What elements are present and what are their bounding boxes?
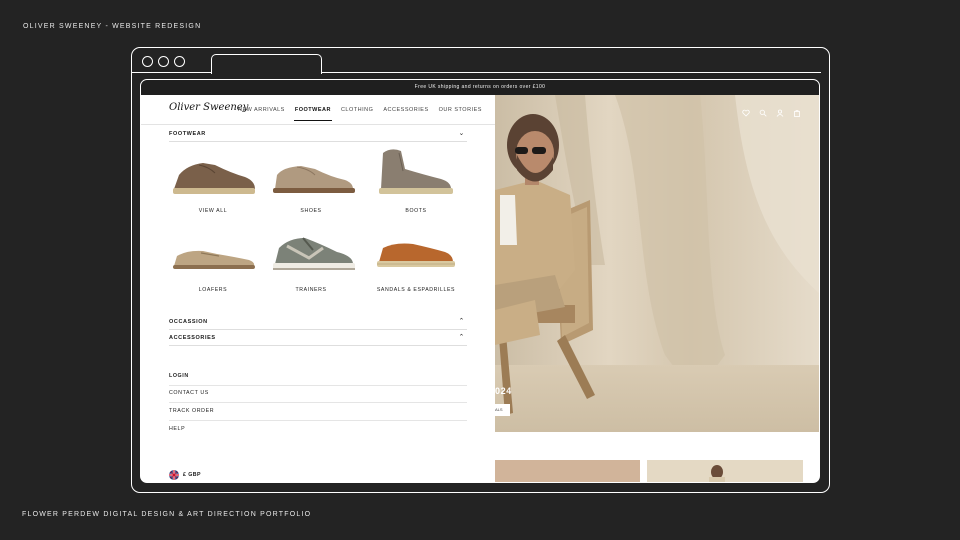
accordion-label: ACCESSORIES	[169, 335, 216, 341]
slide-footer: FLOWER PERDEW DIGITAL DESIGN & ART DIREC…	[22, 511, 312, 518]
window-dot-icon[interactable]	[174, 56, 185, 67]
view-all-shoe-icon	[173, 163, 255, 194]
category-label: BOOTS	[405, 208, 427, 214]
shoes-icon	[273, 166, 355, 193]
nav-divider	[141, 124, 495, 125]
browser-window: Free UK shipping and returns on orders o…	[131, 47, 830, 493]
slide-title: OLIVER SWEENEY - WEBSITE REDESIGN	[23, 23, 202, 30]
accordion-label: FOOTWEAR	[169, 131, 206, 137]
main-nav: NEW ARRIVALS FOOTWEAR CLOTHING ACCESSORI…	[238, 104, 492, 121]
category-label: LOAFERS	[198, 287, 228, 293]
category-label: TRAINERS	[295, 287, 327, 293]
nav-our-stories[interactable]: OUR STORIES	[439, 104, 482, 121]
category-label: SANDALS & ESPADRILLES	[376, 287, 456, 293]
nav-accessories[interactable]: ACCESSORIES	[383, 104, 428, 121]
window-dot-icon[interactable]	[142, 56, 153, 67]
hero-image: 024 ALS	[495, 95, 819, 432]
category-trainers[interactable]: TRAINERS	[257, 224, 365, 297]
category-label: VIEW ALL	[198, 208, 228, 214]
browser-tab[interactable]	[211, 54, 322, 74]
website-viewport: Free UK shipping and returns on orders o…	[140, 79, 820, 483]
chevron-up-icon: ⌃	[458, 318, 465, 325]
accordion-occassion[interactable]: OCCASSION ⌃	[169, 314, 467, 330]
promo-banner: Free UK shipping and returns on orders o…	[141, 80, 819, 95]
nav-footwear[interactable]: FOOTWEAR	[293, 104, 333, 121]
help-link[interactable]: HELP	[169, 422, 467, 439]
track-order-link[interactable]: TRACK ORDER	[169, 404, 467, 421]
chevron-up-icon: ⌃	[458, 334, 465, 341]
uk-flag-icon	[169, 470, 179, 480]
chevron-down-icon: ⌄	[458, 130, 465, 137]
window-dot-icon[interactable]	[158, 56, 169, 67]
nav-clothing[interactable]: CLOTHING	[341, 104, 373, 121]
header-icons	[742, 104, 801, 117]
login-link[interactable]: LOGIN	[169, 369, 467, 386]
window-controls	[142, 56, 185, 67]
accordion-footwear[interactable]: FOOTWEAR ⌄	[169, 126, 467, 142]
category-grid: VIEW ALL SHOES BOOTS LOAFERS TRAINERS SA…	[169, 145, 467, 297]
espadrilles-icon	[377, 243, 455, 267]
product-tile-image[interactable]	[495, 460, 640, 482]
hero-photo	[495, 95, 819, 432]
brand-logo[interactable]: Oliver Sweeney	[169, 102, 248, 113]
category-loafers[interactable]: LOAFERS	[169, 224, 257, 297]
hero-cta-button[interactable]: ALS	[495, 404, 510, 416]
trainers-icon	[273, 237, 355, 270]
contact-us-link[interactable]: CONTACT US	[169, 386, 467, 403]
category-label: SHOES	[300, 208, 322, 214]
hero-headline: 024	[495, 386, 512, 396]
currency-label: £ GBP	[183, 472, 201, 478]
bag-icon[interactable]	[793, 104, 801, 117]
category-shoes[interactable]: SHOES	[257, 145, 365, 218]
nav-new-arrivals[interactable]: NEW ARRIVALS	[238, 104, 285, 121]
currency-selector[interactable]: £ GBP	[169, 470, 201, 480]
account-icon[interactable]	[776, 104, 784, 117]
heart-icon[interactable]	[742, 104, 750, 117]
mega-menu-panel: Oliver Sweeney NEW ARRIVALS FOOTWEAR CLO…	[141, 95, 495, 482]
category-view-all[interactable]: VIEW ALL	[169, 145, 257, 218]
accordion-accessories[interactable]: ACCESSORIES ⌃	[169, 330, 467, 346]
accordion-label: OCCASSION	[169, 319, 208, 325]
category-boots[interactable]: BOOTS	[365, 145, 467, 218]
product-tile-image[interactable]	[647, 460, 803, 482]
loafers-icon	[173, 250, 255, 269]
search-icon[interactable]	[759, 104, 767, 117]
category-sandals-espadrilles[interactable]: SANDALS & ESPADRILLES	[365, 224, 467, 297]
boots-icon	[379, 149, 453, 194]
